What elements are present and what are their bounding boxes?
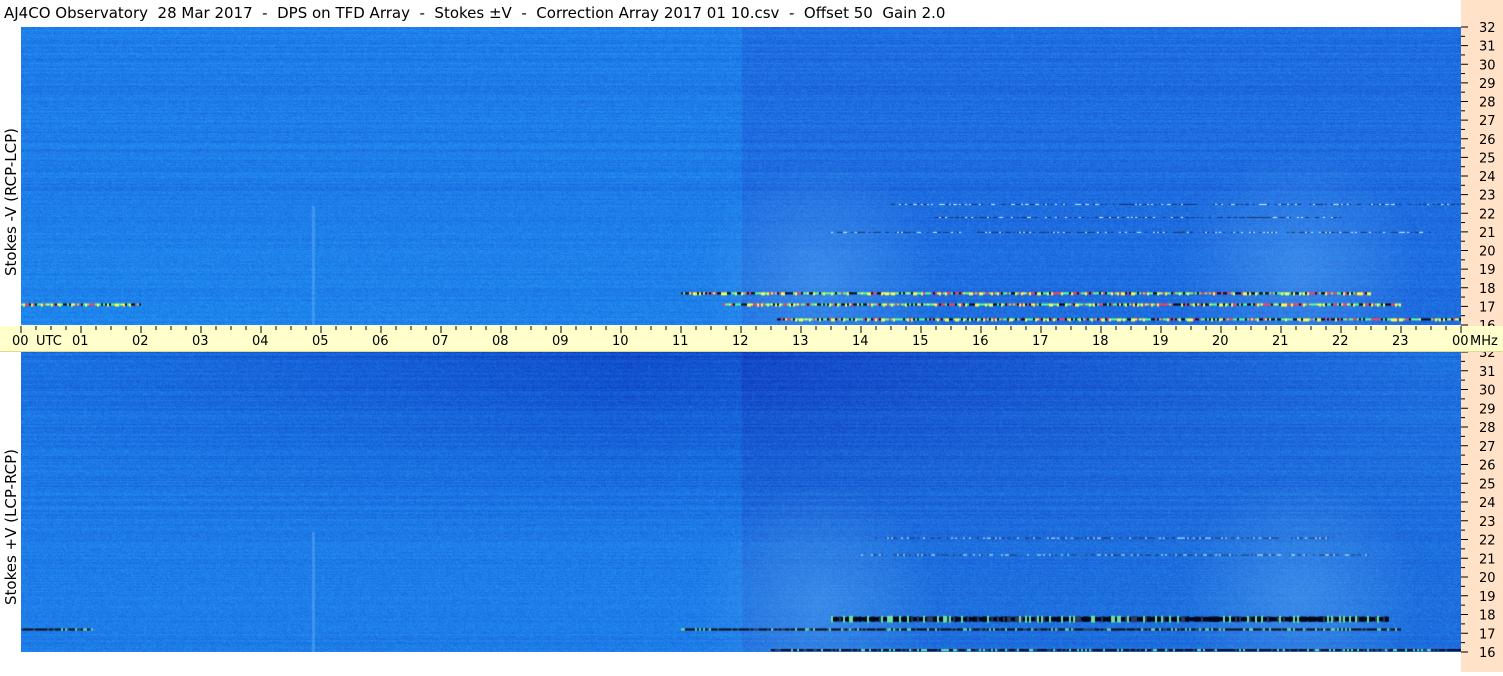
time-tick-label: 04 <box>252 334 269 349</box>
frequency-tick-label: 20 <box>1479 571 1496 586</box>
frequency-tick-label: 19 <box>1479 263 1496 278</box>
time-tick-label: 18 <box>1092 334 1109 349</box>
time-tick-label: 14 <box>852 334 869 349</box>
time-tick-label: 01 <box>72 334 89 349</box>
time-tick-label: 06 <box>372 334 389 349</box>
frequency-tick-label: 28 <box>1479 421 1496 436</box>
frequency-tick-label: 19 <box>1479 590 1496 605</box>
time-axis: 00 01 02 03 04 05 06 07 08 09 10 11 12 13 14 15 16 17 18 19… <box>0 326 1503 352</box>
time-tick-label: 20 <box>1212 334 1229 349</box>
frequency-tick-label: 20 <box>1479 245 1496 260</box>
time-tick-label: 12 <box>732 334 749 349</box>
frequency-tick-label: 28 <box>1479 96 1496 111</box>
frequency-tick-label: 26 <box>1479 459 1496 474</box>
frequency-tick-label: 23 <box>1479 189 1496 204</box>
frequency-tick-label: 17 <box>1479 300 1496 315</box>
frequency-tick-label: 24 <box>1479 496 1496 511</box>
time-tick-label: 17 <box>1032 334 1049 349</box>
time-tick-label: 03 <box>192 334 209 349</box>
time-tick-label: 08 <box>492 334 509 349</box>
frequency-unit-label: MHz <box>1470 334 1498 349</box>
time-tick-label: 05 <box>312 334 329 349</box>
time-tick-label: 11 <box>672 334 689 349</box>
time-tick-label: 10 <box>612 334 629 349</box>
frequency-tick-label: 21 <box>1479 226 1496 241</box>
time-axis-svg: 00 01 02 03 04 05 06 07 08 09 10 11 12 13 14 15 16 17 18 19… <box>0 326 1503 352</box>
time-tick-label: 00 <box>12 334 29 349</box>
frequency-tick-label: 27 <box>1479 114 1496 129</box>
frequency-tick-label: 32 <box>1479 21 1496 36</box>
time-tick-label: 15 <box>912 334 929 349</box>
time-tick-label: 00 <box>1452 334 1469 349</box>
time-tick-label: 16 <box>972 334 989 349</box>
page-title: AJ4CO Observatory 28 Mar 2017 - DPS on T… <box>4 4 946 22</box>
frequency-tick-label: 21 <box>1479 552 1496 567</box>
frequency-tick-label: 31 <box>1479 40 1496 55</box>
frequency-tick-label: 26 <box>1479 133 1496 148</box>
top-panel-label: Stokes -V (RCP-LCP) <box>2 128 20 276</box>
frequency-tick-label: 18 <box>1479 282 1496 297</box>
bottom-panel-label: Stokes +V (LCP-RCP) <box>2 449 20 605</box>
frequency-tick-label: 29 <box>1479 402 1496 417</box>
time-tick-label: 22 <box>1332 334 1349 349</box>
time-unit-label: UTC <box>36 334 62 349</box>
time-tick-label: 23 <box>1392 334 1409 349</box>
frequency-tick-label: 23 <box>1479 515 1496 530</box>
time-tick-label: 19 <box>1152 334 1169 349</box>
frequency-tick-label: 25 <box>1479 151 1496 166</box>
frequency-tick-label: 22 <box>1479 207 1496 222</box>
time-tick-label: 21 <box>1272 334 1289 349</box>
time-tick-label: 02 <box>132 334 149 349</box>
frequency-tick-label: 31 <box>1479 365 1496 380</box>
frequency-tick-label: 17 <box>1479 627 1496 642</box>
spectrogram-top-canvas <box>21 27 1461 325</box>
spectrogram-top <box>21 27 1461 325</box>
time-tick-label: 13 <box>792 334 809 349</box>
frequency-tick-label: 18 <box>1479 609 1496 624</box>
frequency-tick-label: 25 <box>1479 477 1496 492</box>
spectrogram-bottom <box>21 352 1461 652</box>
time-tick-label: 09 <box>552 334 569 349</box>
frequency-tick-label: 30 <box>1479 384 1496 399</box>
spectrogram-bottom-canvas <box>21 352 1461 652</box>
frequency-tick-label: 16 <box>1479 646 1496 661</box>
frequency-tick-label: 22 <box>1479 534 1496 549</box>
frequency-tick-label: 27 <box>1479 440 1496 455</box>
frequency-tick-label: 30 <box>1479 58 1496 73</box>
time-tick-label: 07 <box>432 334 449 349</box>
frequency-tick-label: 24 <box>1479 170 1496 185</box>
frequency-tick-label: 29 <box>1479 77 1496 92</box>
